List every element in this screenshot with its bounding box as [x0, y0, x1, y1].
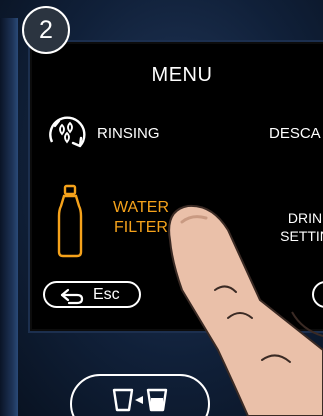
esc-button[interactable]: Esc [43, 281, 141, 308]
cup-transfer-icon [112, 388, 168, 412]
water-filter-icon[interactable] [53, 184, 87, 260]
coffee-machine-panel: MENU RINSING DESCA WATER FILTER DRIN SET… [0, 0, 323, 416]
ok-button[interactable] [312, 281, 323, 308]
drink-label-line1: DRIN [287, 210, 323, 226]
rinsing-icon[interactable] [44, 112, 90, 158]
drink-label-line2: SETTIN [280, 228, 323, 244]
esc-label: Esc [93, 286, 120, 303]
hardware-cup-button[interactable] [70, 374, 210, 416]
step-number-badge: 2 [22, 6, 70, 54]
menu-item-descale[interactable]: DESCA [269, 125, 321, 142]
menu-item-drink-settings[interactable]: DRIN SETTIN [260, 209, 323, 245]
water-filter-label-line1: WATER [113, 199, 169, 216]
menu-item-rinsing[interactable]: RINSING [97, 125, 160, 142]
panel-edge [0, 18, 18, 416]
hardware-side-button[interactable] [248, 374, 323, 416]
water-filter-label-line2: FILTER [114, 219, 168, 236]
menu-item-water-filter[interactable]: WATER FILTER [106, 198, 176, 238]
display-screen: MENU RINSING DESCA WATER FILTER DRIN SET… [30, 42, 323, 331]
back-arrow-icon [60, 288, 84, 305]
menu-title: MENU [151, 64, 213, 86]
